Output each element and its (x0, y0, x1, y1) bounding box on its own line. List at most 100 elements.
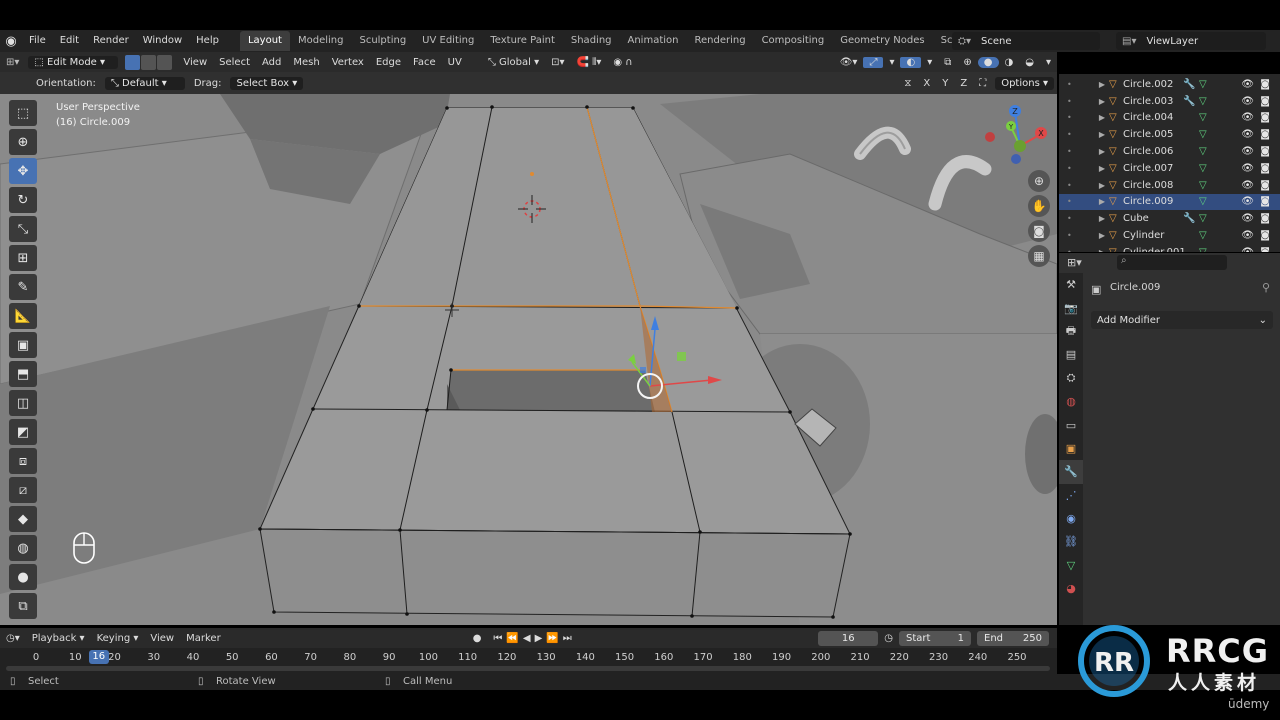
expand-arrow-icon[interactable]: ▶ (1095, 248, 1109, 252)
outliner-row[interactable]: • ▶ ▽ Circle.002 🔧 ▽ 👁 ◙ (1059, 76, 1280, 93)
end-frame-field[interactable]: End 250 (977, 630, 1049, 646)
shading-material-icon[interactable]: ◑ (999, 57, 1020, 68)
face-select-icon[interactable] (157, 54, 173, 70)
eye-icon[interactable]: 👁 (1241, 230, 1254, 241)
tab-layout[interactable]: Layout (239, 31, 290, 51)
annotate-tool-icon[interactable]: ✎ (9, 274, 37, 300)
tab-sculpting[interactable]: Sculpting (351, 31, 414, 51)
zoom-icon[interactable]: ⊕ (1028, 170, 1050, 192)
outliner-row[interactable]: • ▶ ▽ Circle.009 ▽ 👁 ◙ (1059, 193, 1280, 211)
scene-selector[interactable]: ⛭▾ Scene (952, 32, 1100, 50)
tab-animation[interactable]: Animation (620, 31, 687, 51)
ortho-grid-icon[interactable]: ▦ (1028, 245, 1050, 267)
mode-selector[interactable]: ⬚ Edit Mode ▾ (28, 55, 119, 69)
expand-arrow-icon[interactable]: ▶ (1095, 181, 1109, 190)
render-tab-icon[interactable]: 📷 (1059, 296, 1083, 319)
outliner-row-name[interactable]: Circle.007 (1123, 163, 1183, 174)
outliner-row-name[interactable]: Circle.006 (1123, 146, 1183, 157)
shading-wireframe-icon[interactable]: ⊕ (957, 57, 977, 68)
outliner-row-name[interactable]: Cylinder.001 (1123, 247, 1186, 252)
mirror-x-toggle[interactable]: X (917, 78, 936, 89)
bevel-tool-icon[interactable]: ◩ (9, 419, 37, 445)
rotate-tool-icon[interactable]: ↻ (9, 187, 37, 213)
outliner-row[interactable]: • ▶ ▽ Cube 🔧 ▽ 👁 ◙ (1059, 210, 1280, 227)
knife-tool-icon[interactable]: ⧄ (9, 477, 37, 503)
vertex-select-icon[interactable] (125, 54, 141, 70)
loop-cut-tool-icon[interactable]: ⧈ (9, 448, 37, 474)
expand-arrow-icon[interactable]: ▶ (1095, 130, 1109, 139)
outliner-row-name[interactable]: Circle.008 (1123, 180, 1183, 191)
timeline-ruler[interactable]: 0 10 20 30 40 50 60 70 80 90 100 110 120 130 140 150 160… (0, 648, 1057, 674)
overlay-toggle-icon[interactable]: ◐ (900, 56, 922, 68)
shading-rendered-icon[interactable]: ◒ (1019, 57, 1040, 68)
menu-face[interactable]: Face (407, 57, 442, 68)
eye-icon[interactable]: 👁 (1241, 247, 1254, 252)
view-layer-tab-icon[interactable]: ▤ (1059, 343, 1083, 366)
material-tab-icon[interactable]: ◕ (1059, 577, 1083, 600)
menu-vertex[interactable]: Vertex (326, 57, 370, 68)
move-tool-icon[interactable]: ✥ (9, 158, 37, 184)
eye-icon[interactable]: 👁 (1241, 196, 1254, 207)
blender-logo-icon[interactable]: ◉ (0, 34, 22, 49)
transform-tool-icon[interactable]: ⊞ (9, 245, 37, 271)
outliner-row[interactable]: • ▶ ▽ Circle.006 ▽ 👁 ◙ (1059, 143, 1280, 160)
outliner-row[interactable]: • ▶ ▽ Circle.005 ▽ 👁 ◙ (1059, 126, 1280, 143)
eye-icon[interactable]: 👁 (1241, 146, 1254, 157)
proportional-edit-icon[interactable]: ◉ ∩ (607, 57, 638, 68)
camera-icon[interactable]: ◙ (1260, 213, 1270, 224)
outliner-row[interactable]: • ▶ ▽ Cylinder ▽ 👁 ◙ (1059, 227, 1280, 244)
auto-merge-icon[interactable]: ⛶ (973, 78, 992, 89)
shading-solid-icon[interactable]: ● (977, 56, 999, 68)
menu-marker[interactable]: Marker (180, 633, 227, 644)
expand-arrow-icon[interactable]: ▶ (1095, 231, 1109, 240)
inset-tool-icon[interactable]: ◫ (9, 390, 37, 416)
modifier-tab-icon[interactable]: 🔧 (1059, 460, 1083, 484)
edge-select-icon[interactable] (141, 54, 157, 70)
tool-tab-icon[interactable]: ⚒ (1059, 273, 1083, 296)
viewlayer-selector[interactable]: ▤▾ ViewLayer (1116, 32, 1266, 50)
expand-arrow-icon[interactable]: ▶ (1095, 97, 1109, 106)
mirror-z-toggle[interactable]: Z (954, 78, 973, 89)
extrude-tool-icon[interactable]: ⬒ (9, 361, 37, 387)
camera-icon[interactable]: ◙ (1260, 112, 1270, 123)
outliner-row-name[interactable]: Circle.005 (1123, 129, 1183, 140)
outliner-row[interactable]: • ▶ ▽ Circle.003 🔧 ▽ 👁 ◙ (1059, 93, 1280, 110)
tab-shading[interactable]: Shading (563, 31, 620, 51)
tab-compositing[interactable]: Compositing (754, 31, 833, 51)
pin-icon[interactable]: ⚲ (1262, 281, 1270, 294)
menu-file[interactable]: File (22, 30, 53, 52)
menu-edit[interactable]: Edit (53, 30, 86, 52)
scene-tab-icon[interactable]: ⛭ (1059, 367, 1083, 390)
tab-rendering[interactable]: Rendering (686, 31, 753, 51)
camera-icon[interactable]: ◙ (1260, 96, 1270, 107)
outliner-row-name[interactable]: Cube (1123, 213, 1183, 224)
menu-view[interactable]: View (177, 57, 213, 68)
measure-tool-icon[interactable]: 📐 (9, 303, 37, 329)
menu-playback[interactable]: Playback ▾ (26, 633, 91, 644)
mirror-y-toggle[interactable]: Y (936, 78, 954, 89)
outliner-row[interactable]: • ▶ ▽ Circle.008 ▽ 👁 ◙ (1059, 177, 1280, 194)
outliner-row-name[interactable]: Circle.002 (1123, 79, 1183, 90)
eye-icon[interactable]: 👁 (1241, 180, 1254, 191)
current-frame-marker[interactable]: 16 (88, 650, 109, 664)
overlay-dropdown-icon[interactable]: ▾ (921, 57, 938, 68)
menu-add[interactable]: Add (256, 57, 287, 68)
cursor-tool-icon[interactable]: ⊕ (9, 129, 37, 155)
outliner-row-name[interactable]: Circle.003 (1123, 96, 1183, 107)
camera-icon[interactable]: ◙ (1260, 247, 1270, 252)
drag-dropdown[interactable]: Select Box ▾ (230, 76, 304, 90)
expand-arrow-icon[interactable]: ▶ (1095, 113, 1109, 122)
properties-search[interactable]: ⌕ (1117, 255, 1227, 270)
tab-modeling[interactable]: Modeling (290, 31, 352, 51)
object-tab-icon[interactable]: ▣ (1059, 437, 1083, 460)
eye-icon[interactable]: 👁 (1241, 79, 1254, 90)
eye-icon[interactable]: 👁 (1241, 163, 1254, 174)
properties-editor-icon[interactable]: ⊞▾ (1067, 256, 1082, 269)
camera-icon[interactable]: ◙ (1260, 163, 1270, 174)
eye-icon[interactable]: 👁 (1241, 96, 1254, 107)
particles-tab-icon[interactable]: ⋰ (1059, 484, 1083, 507)
mirror-icon[interactable]: ⧖ (898, 78, 917, 89)
menu-select[interactable]: Select (213, 57, 256, 68)
tab-texture-paint[interactable]: Texture Paint (482, 31, 563, 51)
eye-icon[interactable]: 👁 (1241, 129, 1254, 140)
